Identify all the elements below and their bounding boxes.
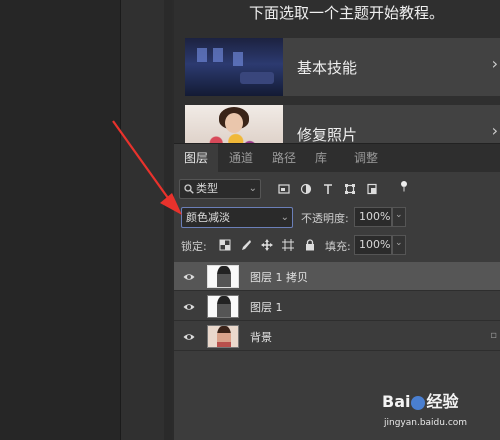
tutorial-card-label: 基本技能 xyxy=(297,59,358,77)
layer-thumbnail xyxy=(207,265,239,288)
chevron-right-icon: › xyxy=(491,121,498,140)
blend-mode-select[interactable]: 颜色减淡 ⌄ xyxy=(181,207,293,228)
search-icon xyxy=(184,184,194,194)
lock-transparent-pixels-icon[interactable] xyxy=(219,239,231,251)
chevron-down-icon: ⌄ xyxy=(395,238,403,248)
tutorial-card-basic-skills[interactable]: 基本技能 › xyxy=(185,38,500,96)
lock-image-pixels-icon[interactable] xyxy=(240,239,252,251)
chevron-right-icon: › xyxy=(491,54,498,73)
layer-thumbnail xyxy=(207,325,239,348)
lock-label: 锁定: xyxy=(181,240,207,253)
layer-filter-select[interactable]: 类型 ⌄ xyxy=(179,179,261,199)
document-canvas-area xyxy=(0,0,120,440)
opacity-dropdown[interactable]: ⌄ xyxy=(392,207,406,227)
layer-row[interactable]: 图层 1 xyxy=(174,292,500,321)
layer-row[interactable]: 背景 ▫ xyxy=(174,322,500,351)
watermark-logo-text: Bai xyxy=(382,392,411,411)
lock-all-icon[interactable] xyxy=(304,239,316,251)
shape-layer-filter-icon[interactable] xyxy=(344,183,356,195)
smart-object-filter-icon[interactable] xyxy=(366,183,378,195)
tutorial-card-label: 修复照片 xyxy=(297,126,358,143)
chevron-down-icon: ⌄ xyxy=(395,210,403,220)
layers-list: 图层 1 拷贝 图层 1 背景 ▫ xyxy=(174,262,500,358)
tab-channels[interactable]: 通道 xyxy=(220,144,262,173)
lock-artboard-icon[interactable] xyxy=(282,239,294,251)
tutorial-thumbnail xyxy=(185,38,283,96)
layer-thumbnail xyxy=(207,295,239,318)
layer-lock-icon: ▫ xyxy=(490,330,497,341)
right-panel: 下面选取一个主题开始教程。 基本技能 › 修复照片 › 图层 通道 路径 库 调… xyxy=(174,0,500,440)
layer-row[interactable]: 图层 1 拷贝 xyxy=(174,262,500,291)
baidu-jingyan-watermark: Bai 经验 jingyan.baidu.com xyxy=(382,388,467,428)
watermark-logo-suffix: 经验 xyxy=(426,392,459,411)
blend-opacity-row: 颜色减淡 ⌄ 不透明度: 100% ⌄ xyxy=(174,204,500,230)
type-layer-filter-icon[interactable] xyxy=(322,183,334,195)
visibility-eye-icon[interactable] xyxy=(183,331,195,343)
watermark-site: jingyan.baidu.com xyxy=(384,418,468,428)
lock-fill-row: 锁定: 填充: 100% ⌄ xyxy=(174,232,500,258)
tutorial-card-fix-photo[interactable]: 修复照片 › xyxy=(185,105,500,143)
chevron-down-icon: ⌄ xyxy=(280,212,289,223)
visibility-eye-icon[interactable] xyxy=(183,271,195,283)
layer-name: 图层 1 xyxy=(250,301,283,314)
tutorial-thumbnail xyxy=(185,105,283,143)
layer-filter-value: 类型 xyxy=(196,182,218,195)
fill-input[interactable]: 100% xyxy=(354,235,392,255)
layers-panel-tabs: 图层 通道 路径 库 调整 xyxy=(174,143,500,173)
tab-adjustments[interactable]: 调整 xyxy=(340,144,392,173)
layer-name: 图层 1 拷贝 xyxy=(250,271,308,284)
filter-toggle-icon[interactable] xyxy=(398,180,410,192)
adjustment-layer-filter-icon[interactable] xyxy=(300,183,312,195)
layer-name: 背景 xyxy=(250,331,272,344)
layer-filter-row: 类型 ⌄ xyxy=(174,176,500,202)
pixel-layer-filter-icon[interactable] xyxy=(278,183,290,195)
chevron-down-icon: ⌄ xyxy=(248,183,257,194)
opacity-input[interactable]: 100% xyxy=(354,207,392,227)
blend-mode-value: 颜色减淡 xyxy=(186,211,230,224)
baidu-paw-icon xyxy=(411,395,426,410)
tab-layers[interactable]: 图层 xyxy=(174,144,218,173)
tab-libraries[interactable]: 库 xyxy=(306,144,336,173)
opacity-label: 不透明度: xyxy=(301,212,349,225)
panel-separator xyxy=(164,0,172,440)
learn-panel: 下面选取一个主题开始教程。 基本技能 › 修复照片 › xyxy=(174,0,500,143)
fill-dropdown[interactable]: ⌄ xyxy=(392,235,406,255)
visibility-eye-icon[interactable] xyxy=(183,301,195,313)
learn-panel-title: 下面选取一个主题开始教程。 xyxy=(249,4,445,22)
tab-paths[interactable]: 路径 xyxy=(264,144,304,173)
fill-label: 填充: xyxy=(325,240,351,253)
lock-position-icon[interactable] xyxy=(261,239,273,251)
